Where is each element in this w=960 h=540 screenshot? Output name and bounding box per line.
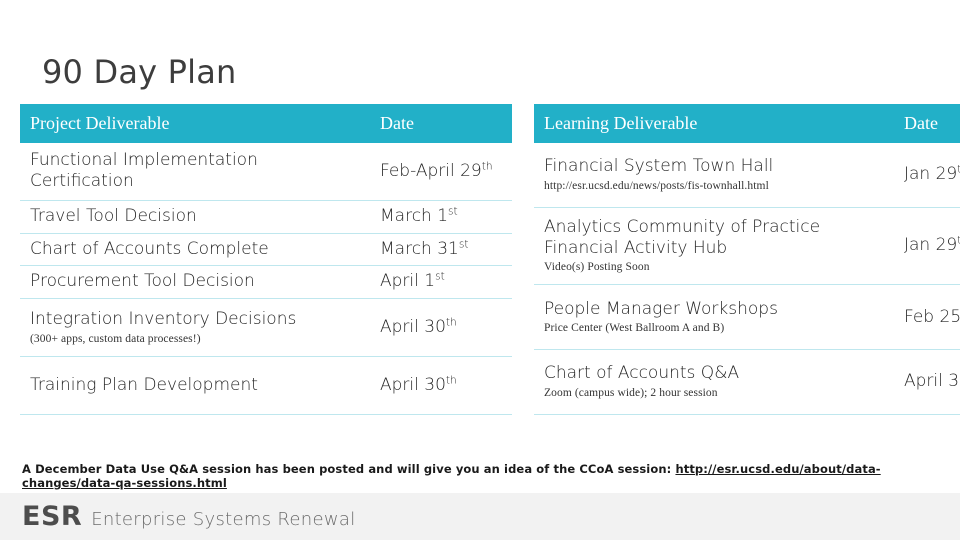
deliverable-subtext: Price Center (West Ballroom A and B) xyxy=(544,322,725,335)
cell-deliverable: Procurement Tool Decision xyxy=(20,265,370,300)
cell-deliverable: Financial System Town Hall http://esr.uc… xyxy=(534,143,894,208)
date-text: Feb-April 29 xyxy=(380,160,482,181)
deliverable-text: Training Plan Development xyxy=(30,374,258,395)
cell-deliverable: Chart of Accounts Complete xyxy=(20,233,370,267)
learning-deliverable-table: Learning Deliverable Date Financial Syst… xyxy=(534,104,960,416)
deliverable-text: Procurement Tool Decision xyxy=(30,271,255,292)
column-header-project-deliverable: Project Deliverable xyxy=(20,104,370,143)
date-text: March 31 xyxy=(380,238,459,259)
cell-date: April 3rd xyxy=(894,349,960,416)
table-row: Analytics Community of Practice Financia… xyxy=(534,207,960,286)
table-row: Financial System Town Hall http://esr.uc… xyxy=(534,143,960,208)
cell-deliverable: Chart of Accounts Q&A Zoom (campus wide)… xyxy=(534,349,894,416)
date-text: March 1 xyxy=(380,206,449,226)
cell-date: Feb 25th xyxy=(894,284,960,351)
date-suffix: st xyxy=(435,270,445,283)
table-row: Procurement Tool Decision April 1st xyxy=(20,265,512,300)
project-deliverable-table: Project Deliverable Date Functional Impl… xyxy=(20,104,512,416)
logo-name: Enterprise Systems Renewal xyxy=(91,509,356,530)
date-text: April 30 xyxy=(380,316,446,337)
deliverable-text: Functional Implementation Certification xyxy=(30,150,258,191)
date-suffix: st xyxy=(448,205,458,218)
date-text: Jan 29 xyxy=(904,164,958,185)
townhall-link[interactable]: http://esr.ucsd.edu/news/posts/fis-townh… xyxy=(544,179,884,193)
date-text: Feb 25 xyxy=(904,306,960,327)
date-suffix: th xyxy=(481,159,493,172)
table-row: Travel Tool Decision March 1st xyxy=(20,200,512,234)
cell-deliverable: Integration Inventory Decisions (300+ ap… xyxy=(20,298,370,358)
table-row: People Manager Workshops Price Center (W… xyxy=(534,284,960,351)
table-header-row: Learning Deliverable Date xyxy=(534,104,960,143)
deliverable-text: Travel Tool Decision xyxy=(30,206,197,226)
date-text: April 3 xyxy=(904,371,960,392)
date-suffix: th xyxy=(445,316,457,329)
column-header-learning-deliverable: Learning Deliverable xyxy=(534,104,894,143)
deliverable-subtext: Zoom (campus wide); 2 hour session xyxy=(544,387,718,400)
date-suffix: th xyxy=(445,374,457,387)
deliverable-text: People Manager Workshops xyxy=(544,298,778,319)
deliverable-subtext: (300+ apps, custom data processes!) xyxy=(30,332,201,345)
cell-deliverable: Training Plan Development xyxy=(20,356,370,416)
deliverable-text: Analytics Community of Practice Financia… xyxy=(544,216,821,258)
table-row: Functional Implementation Certification … xyxy=(20,143,512,201)
cell-date: Feb-April 29th xyxy=(370,143,512,201)
footnote-text: A December Data Use Q&A session has been… xyxy=(22,462,676,476)
deliverable-text: Financial System Town Hall xyxy=(544,156,774,177)
cell-date: April 1st xyxy=(370,265,512,300)
date-text: April 30 xyxy=(380,374,446,395)
deliverable-text: Chart of Accounts Complete xyxy=(30,238,269,259)
cell-date: March 31st xyxy=(370,233,512,267)
date-text: Jan 29 xyxy=(904,235,958,256)
page-title: 90 Day Plan xyxy=(42,53,237,92)
logo-mark: ESR xyxy=(22,501,83,532)
cell-date: Jan 29th xyxy=(894,207,960,286)
cell-date: Jan 29th xyxy=(894,143,960,208)
date-suffix: st xyxy=(458,238,469,251)
table-row: Chart of Accounts Complete March 31st xyxy=(20,233,512,267)
table-row: Chart of Accounts Q&A Zoom (campus wide)… xyxy=(534,349,960,416)
cell-deliverable: Analytics Community of Practice Financia… xyxy=(534,207,894,286)
date-text: April 1 xyxy=(380,271,436,292)
cell-date: March 1st xyxy=(370,200,512,234)
deliverable-subtext: Video(s) Posting Soon xyxy=(544,261,650,274)
cell-deliverable: Functional Implementation Certification xyxy=(20,143,370,201)
cell-date: April 30th xyxy=(370,298,512,358)
deliverable-text: Chart of Accounts Q&A xyxy=(544,363,740,384)
cell-deliverable: Travel Tool Decision xyxy=(20,200,370,234)
logo: ESR Enterprise Systems Renewal xyxy=(22,501,356,532)
deliverable-text: Integration Inventory Decisions xyxy=(30,308,297,329)
table-header-row: Project Deliverable Date xyxy=(20,104,512,143)
column-header-date: Date xyxy=(370,104,512,143)
footnote: A December Data Use Q&A session has been… xyxy=(22,462,938,490)
cell-deliverable: People Manager Workshops Price Center (W… xyxy=(534,284,894,351)
column-header-date: Date xyxy=(894,104,960,143)
table-row: Integration Inventory Decisions (300+ ap… xyxy=(20,298,512,358)
deliverables-tables: Project Deliverable Date Functional Impl… xyxy=(20,104,960,416)
table-row: Training Plan Development April 30th xyxy=(20,356,512,416)
cell-date: April 30th xyxy=(370,356,512,416)
